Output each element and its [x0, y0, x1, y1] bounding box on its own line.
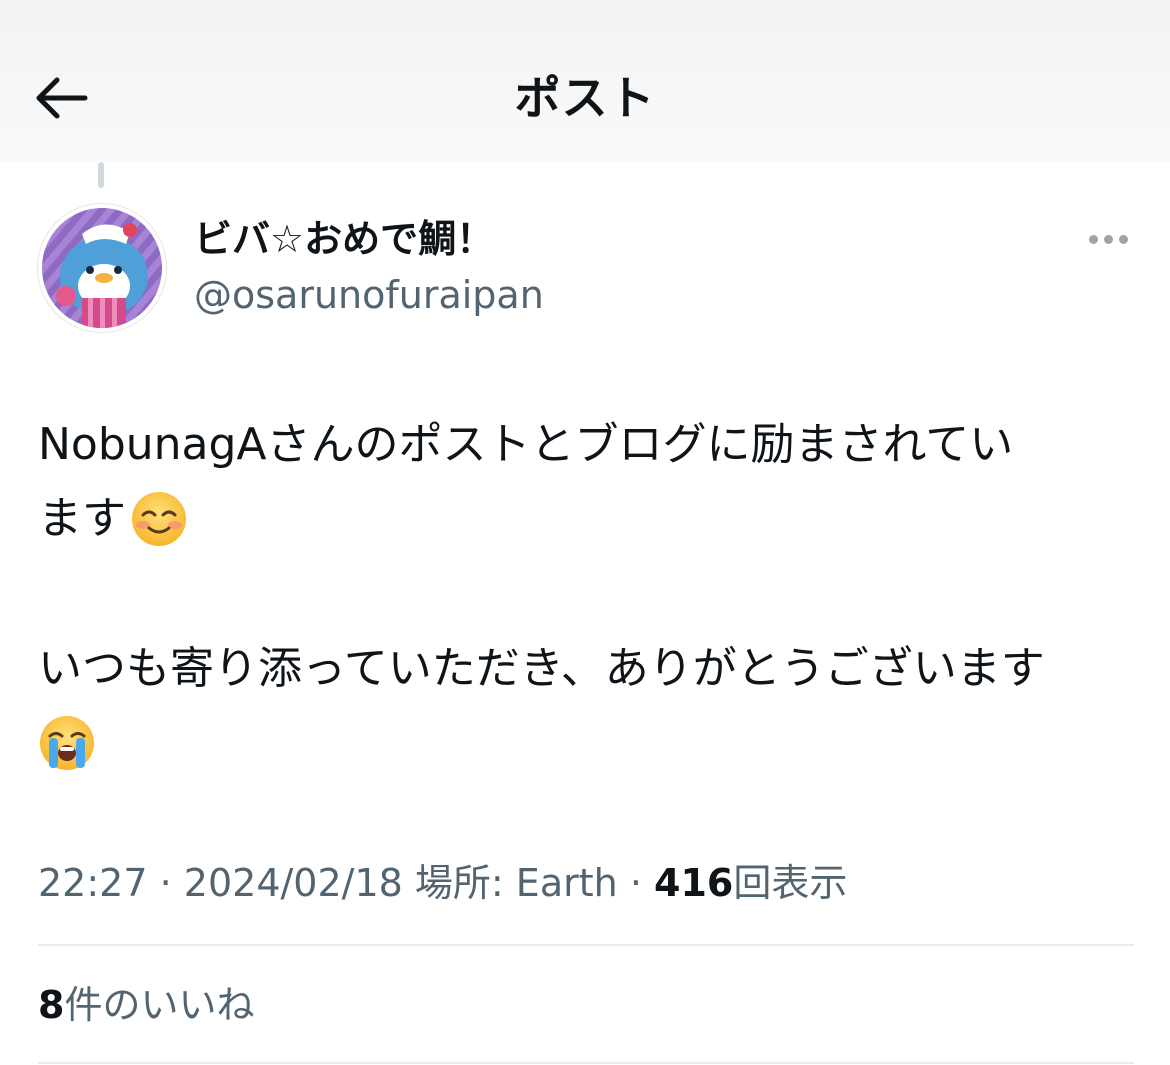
more-dot [1103, 234, 1113, 244]
post-text-line: NobunagAさんのポストとブログに励まされてい [38, 408, 1138, 482]
divider [38, 944, 1134, 946]
thread-connector-line [98, 162, 104, 188]
views-label: 回表示 [733, 861, 848, 905]
likes-count: 8 [38, 983, 65, 1027]
post-text-line: いつも寄り添っていただき、ありがとうございます [38, 632, 1138, 706]
more-options-button[interactable] [1080, 222, 1136, 256]
post-location: 場所: Earth [414, 861, 618, 905]
page-title: ポスト [514, 71, 656, 125]
divider [38, 1062, 1134, 1064]
author-display-name[interactable]: ビバ☆おめで鯛！ [194, 214, 494, 264]
post-time[interactable]: 22:27 [38, 861, 148, 905]
post-date[interactable]: 2024/02/18 [184, 861, 403, 905]
smiling-blush-emoji [132, 492, 186, 546]
meta-separator: · [629, 861, 642, 905]
views-count[interactable]: 416 [654, 861, 733, 905]
post-text-line: ます [38, 482, 1138, 556]
more-horizontal-icon [1088, 234, 1098, 244]
meta-separator: · [159, 861, 172, 905]
post-text-line [38, 706, 1138, 780]
post-metadata: 22:27 · 2024/02/18 場所: Earth · 416回表示 [38, 858, 847, 908]
loudly-crying-emoji [40, 716, 94, 770]
penguin-character-avatar [39, 205, 165, 331]
post-text: NobunagAさんのポストとブログに励まされてい [38, 419, 1014, 470]
top-bar: ポスト [0, 0, 1170, 162]
author-handle[interactable]: @osarunofuraipan [194, 270, 544, 320]
post-text: いつも寄り添っていただき、ありがとうございます [38, 643, 1045, 694]
post-text: ます [38, 493, 126, 544]
post-body: NobunagAさんのポストとブログに励まされてい ます いつも寄り添っていただ… [38, 408, 1138, 780]
likes-link[interactable]: 8件のいいね [38, 980, 254, 1030]
author-avatar[interactable] [38, 204, 166, 332]
likes-label: 件のいいね [64, 983, 255, 1027]
more-dot [1118, 234, 1128, 244]
